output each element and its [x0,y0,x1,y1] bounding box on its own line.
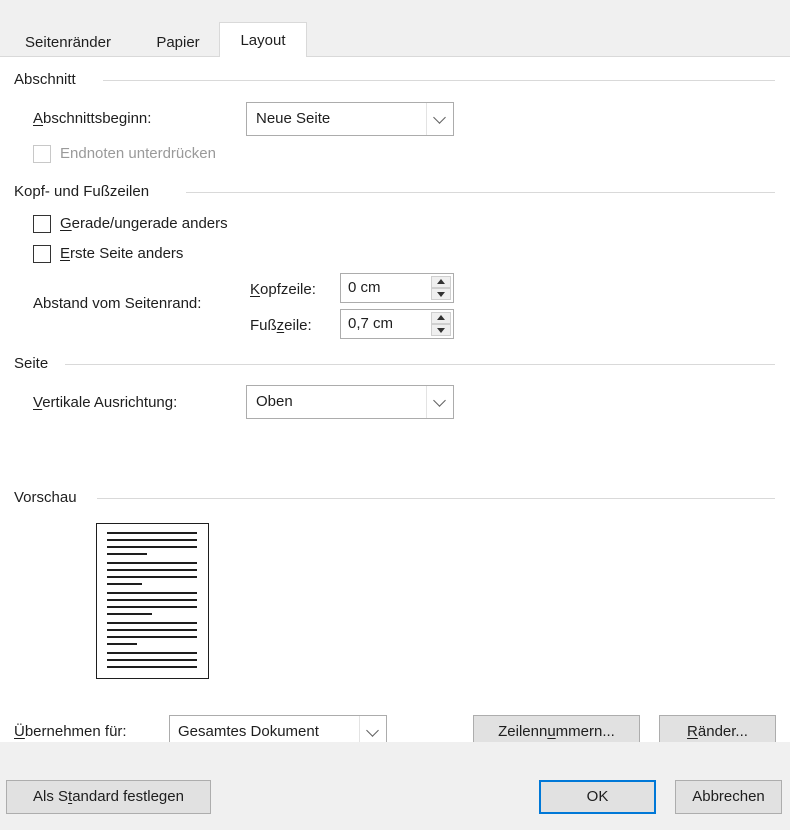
section-title-vorschau: Vorschau [14,489,77,506]
chevron-down-icon[interactable] [426,103,453,135]
erste-seite-label[interactable]: Erste Seite anders [60,245,183,262]
chevron-down-icon[interactable] [426,386,453,418]
spin-down-icon[interactable] [431,324,451,336]
section-divider [97,498,775,499]
vertikale-ausrichtung-value: Oben [256,393,293,410]
section-title-kopf-fusszeilen: Kopf- und Fußzeilen [14,183,150,200]
ok-button[interactable]: OK [539,780,656,814]
section-title-abschnitt: Abschnitt [14,71,76,88]
fusszeile-label: Fußzeile: [250,317,312,334]
spin-up-icon[interactable] [431,312,451,324]
tab-layout[interactable]: Layout [219,22,307,57]
abstand-label: Abstand vom Seitenrand: [33,295,202,312]
spin-down-icon[interactable] [431,288,451,300]
section-divider [186,192,775,193]
uebernehmen-label: Übernehmen für: [14,723,127,740]
als-standard-festlegen-button[interactable]: Als Standard festlegen [6,780,211,814]
cancel-button[interactable]: Abbrechen [675,780,782,814]
abschnittsbeginn-dropdown[interactable]: Neue Seite [246,102,454,136]
page-preview [96,523,209,679]
endnoten-label: Endnoten unterdrücken [60,145,216,162]
tab-seitenraender[interactable]: Seitenränder [8,29,128,56]
vertikale-ausrichtung-dropdown[interactable]: Oben [246,385,454,419]
section-divider [103,80,775,81]
kopfzeile-spinner[interactable]: 0 cm [340,273,454,303]
abschnittsbeginn-label: Abschnittsbeginn: [33,110,152,127]
erste-seite-checkbox[interactable] [33,245,51,263]
abschnittsbeginn-value: Neue Seite [256,110,331,127]
endnoten-checkbox [33,145,51,163]
vertikale-ausrichtung-label: Vertikale Ausrichtung: [33,394,178,411]
gerade-ungerade-label[interactable]: Gerade/ungerade anders [60,215,228,232]
kopfzeile-label: Kopfzeile: [250,281,316,298]
fusszeile-value[interactable]: 0,7 cm [348,310,393,338]
section-divider [65,364,775,365]
fusszeile-spinner[interactable]: 0,7 cm [340,309,454,339]
gerade-ungerade-checkbox[interactable] [33,215,51,233]
spin-up-icon[interactable] [431,276,451,288]
kopfzeile-value[interactable]: 0 cm [348,274,381,302]
section-title-seite: Seite [14,355,49,372]
tab-papier[interactable]: Papier [140,29,216,56]
